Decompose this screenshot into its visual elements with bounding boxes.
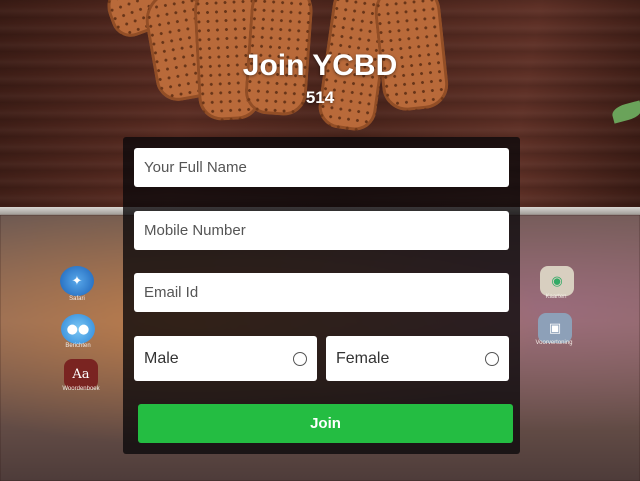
page-title: Join YCBD <box>242 49 398 82</box>
app-label: Kaarten <box>545 294 567 300</box>
safari-icon: ✦ <box>60 266 94 296</box>
dictionary-icon: Aa <box>64 359 98 389</box>
gender-option-female[interactable]: Female <box>326 336 509 381</box>
female-radio[interactable] <box>485 351 499 366</box>
maps-icon: ◉ <box>540 266 574 296</box>
join-button[interactable]: Join <box>138 404 513 443</box>
messages-icon: ●● <box>61 314 95 344</box>
preview-icon: ▣ <box>538 313 572 343</box>
app-label: Safari <box>69 296 85 302</box>
gender-label-female: Female <box>336 349 390 367</box>
email-input[interactable] <box>134 273 509 312</box>
member-count: 514 <box>305 88 335 107</box>
app-label: Voorvertoning <box>535 340 573 346</box>
app-label: Berichten <box>65 343 91 349</box>
gender-option-male[interactable]: Male <box>134 336 317 381</box>
full-name-input[interactable] <box>134 148 509 187</box>
page-header: Join YCBD 514 <box>0 48 640 108</box>
app-label: Woordenboek <box>62 386 100 392</box>
male-radio[interactable] <box>293 351 307 366</box>
gender-label-male: Male <box>144 349 179 367</box>
mobile-number-input[interactable] <box>134 211 509 250</box>
